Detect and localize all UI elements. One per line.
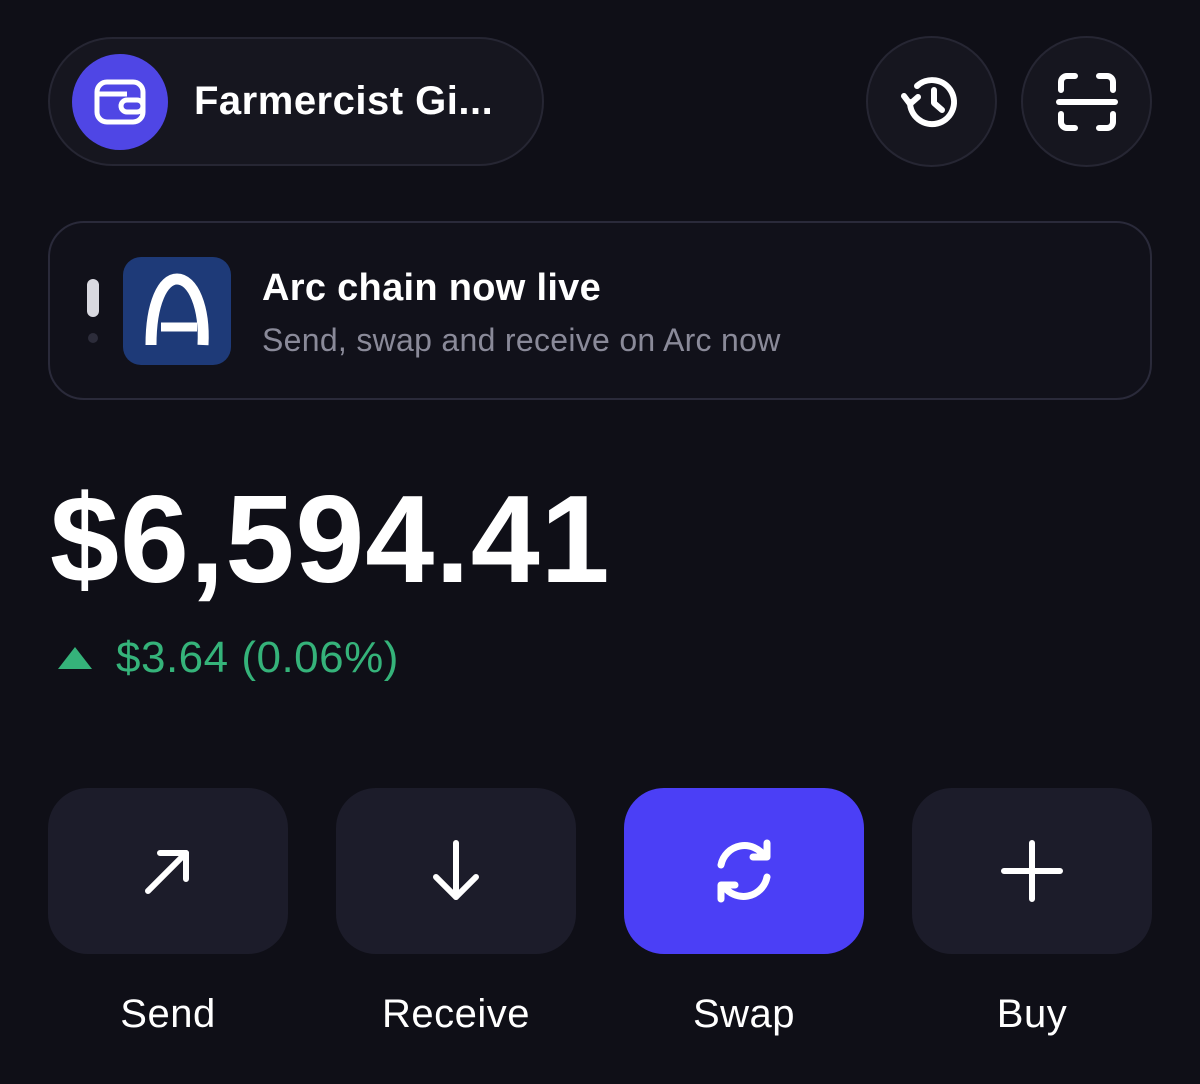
total-balance: $6,594.41: [50, 471, 611, 609]
pager-dot-active: [87, 279, 99, 317]
arrow-up-right-icon: [145, 850, 189, 894]
pager-dot: [88, 333, 98, 343]
triangle-up-icon: [58, 647, 92, 669]
arrow-down-icon: [433, 840, 479, 900]
swap-icon: [717, 839, 771, 903]
buy-button[interactable]: [912, 788, 1152, 954]
plus-icon: [1001, 840, 1063, 902]
send-button[interactable]: [48, 788, 288, 954]
swap-action[interactable]: Swap: [624, 788, 864, 1037]
history-icon: [900, 76, 957, 127]
receive-button[interactable]: [336, 788, 576, 954]
balance-change: $3.64 (0.06%): [56, 633, 399, 683]
swap-button[interactable]: [624, 788, 864, 954]
buy-label: Buy: [996, 992, 1068, 1036]
announcement-banner[interactable]: Arc chain now live Send, swap and receiv…: [48, 221, 1152, 400]
scan-button[interactable]: [1021, 36, 1152, 167]
swap-label: Swap: [692, 992, 796, 1036]
history-button[interactable]: [866, 36, 997, 167]
receive-label: Receive: [381, 992, 530, 1036]
wallet-home: Farmercist Gi... Arc chain now live Send…: [0, 0, 1200, 1084]
wallet-icon: [72, 53, 168, 150]
receive-action[interactable]: Receive: [336, 788, 576, 1037]
account-name: Farmercist Gi...: [194, 79, 494, 123]
buy-action[interactable]: Buy: [912, 788, 1152, 1037]
scan-icon: [1055, 72, 1118, 131]
banner-title: Arc chain now live: [262, 267, 602, 309]
send-action[interactable]: Send: [48, 788, 288, 1037]
send-label: Send: [120, 992, 216, 1036]
banner-subtitle: Send, swap and receive on Arc now: [262, 322, 781, 358]
arc-logo-icon: [123, 257, 231, 365]
account-selector[interactable]: Farmercist Gi...: [48, 37, 544, 166]
balance-change-value: $3.64 (0.06%): [116, 633, 399, 682]
